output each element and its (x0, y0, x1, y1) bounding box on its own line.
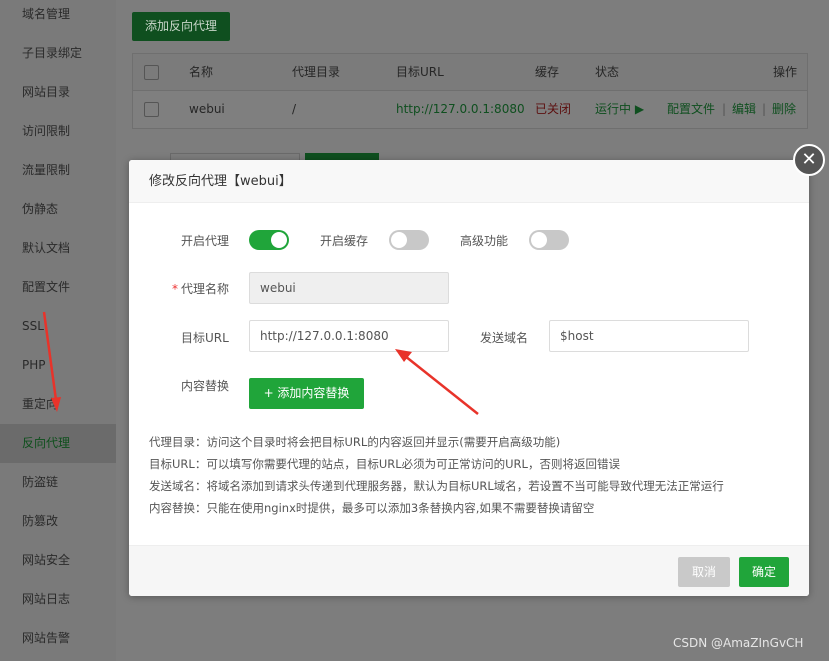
cancel-button[interactable]: 取消 (678, 557, 730, 587)
enable-cache-toggle[interactable] (389, 230, 429, 250)
advanced-toggle[interactable] (529, 230, 569, 250)
sidebar-item-subdir[interactable]: 子目录绑定 (0, 34, 116, 73)
enable-cache-label: 开启缓存 (320, 234, 369, 248)
confirm-button[interactable]: 确定 (739, 557, 789, 587)
sidebar-item-rewrite[interactable]: 伪静态 (0, 190, 116, 229)
col-proxy-dir: 代理目录 (292, 65, 341, 79)
sidebar-item-site-security[interactable]: 网站安全 (0, 541, 116, 580)
sidebar-item-ssl[interactable]: SSL (0, 307, 116, 346)
watermark: CSDN @AmaZInGvCH (673, 636, 804, 650)
row-config-file-link[interactable]: 配置文件 (667, 91, 715, 128)
add-content-replace-button[interactable]: + 添加内容替换 (249, 378, 364, 409)
proxy-table: 名称 代理目录 目标URL 缓存 状态 操作 webui / http://12… (132, 53, 808, 129)
row-proxy-dir: / (292, 102, 297, 116)
toggle-knob (531, 232, 547, 248)
target-url-field[interactable]: http://127.0.0.1:8080 (249, 320, 449, 352)
dialog-header: 修改反向代理【webui】 (129, 160, 809, 203)
table-header: 名称 代理目录 目标URL 缓存 状态 操作 (133, 54, 807, 91)
note-content-replace: 内容替换：只能在使用nginx时提供，最多可以添加3条替换内容,如果不需要替换请… (149, 501, 595, 515)
site-settings-sidebar: 域名管理 子目录绑定 网站目录 访问限制 流量限制 伪静态 默认文档 配置文件 … (0, 0, 116, 661)
toggle-knob (271, 232, 287, 248)
row-target-url: http://127.0.0.1:8080 (396, 102, 525, 116)
note-send-domain: 发送域名：将域名添加到请求头传递到代理服务器，默认为目标URL域名，若设置不当可… (149, 479, 724, 493)
note-proxy-dir: 代理目录：访问这个目录时将会把目标URL的内容返回并显示(需要开启高级功能) (149, 435, 561, 449)
sidebar-item-reverse-proxy[interactable]: 反向代理 (0, 424, 116, 463)
row-run-status[interactable]: 运行中 ▶ (595, 91, 644, 128)
sidebar-item-tamper-proof[interactable]: 防篡改 (0, 502, 116, 541)
row-name: webui (189, 102, 225, 116)
sidebar-item-default-doc[interactable]: 默认文档 (0, 229, 116, 268)
add-reverse-proxy-button[interactable]: 添加反向代理 (132, 12, 230, 41)
sidebar-item-domain[interactable]: 域名管理 (0, 0, 116, 34)
dialog-footer: 取消 确定 (129, 545, 809, 596)
col-target-url: 目标URL (396, 65, 444, 79)
sidebar-item-access-limit[interactable]: 访问限制 (0, 112, 116, 151)
sidebar-item-redirect[interactable]: 重定向 (0, 385, 116, 424)
col-status: 状态 (595, 65, 620, 79)
proxy-name-field[interactable]: webui (249, 272, 449, 304)
proxy-name-label-text: 代理名称 (181, 282, 230, 296)
dialog-title: 修改反向代理【webui】 (149, 174, 292, 189)
col-actions: 操作 (773, 65, 798, 79)
send-domain-label: 发送域名 (480, 331, 529, 345)
row-cache-status[interactable]: 已关闭 (535, 91, 571, 128)
help-notes: 代理目录：访问这个目录时将会把目标URL的内容返回并显示(需要开启高级功能) 目… (149, 431, 789, 519)
send-domain-field[interactable]: $host (549, 320, 749, 352)
row-delete-link[interactable]: 删除 (772, 91, 796, 128)
sidebar-item-site-dir[interactable]: 网站目录 (0, 73, 116, 112)
separator: | (722, 102, 727, 116)
sidebar-item-traffic-limit[interactable]: 流量限制 (0, 151, 116, 190)
sidebar-item-site-alert[interactable]: 网站告警 (0, 619, 116, 658)
select-all-checkbox[interactable] (144, 65, 159, 80)
edit-reverse-proxy-dialog: 修改反向代理【webui】 开启代理 开启缓存 高级功能 * 代理名称 webui… (129, 160, 809, 596)
proxy-name-label: * 代理名称 (172, 280, 229, 297)
advanced-label: 高级功能 (460, 234, 509, 248)
required-mark: * (172, 282, 178, 296)
table-row: webui / http://127.0.0.1:8080 已关闭 运行中 ▶ … (133, 91, 807, 128)
row-checkbox[interactable] (144, 102, 159, 117)
close-icon[interactable]: ✕ (793, 144, 825, 176)
col-name: 名称 (189, 65, 214, 79)
row-edit-link[interactable]: 编辑 (732, 91, 756, 128)
enable-proxy-toggle[interactable] (249, 230, 289, 250)
sidebar-item-site-log[interactable]: 网站日志 (0, 580, 116, 619)
sidebar-item-php[interactable]: PHP (0, 346, 116, 385)
content-replace-label: 内容替换 (181, 379, 230, 393)
enable-proxy-label: 开启代理 (181, 234, 230, 248)
sidebar-item-hotlink[interactable]: 防盗链 (0, 463, 116, 502)
note-target-url: 目标URL：可以填写你需要代理的站点，目标URL必须为可正常访问的URL，否则将… (149, 457, 620, 471)
target-url-label: 目标URL (181, 331, 229, 345)
separator: | (762, 102, 767, 116)
toggle-knob (391, 232, 407, 248)
col-cache: 缓存 (535, 65, 560, 79)
sidebar-item-config-file[interactable]: 配置文件 (0, 268, 116, 307)
